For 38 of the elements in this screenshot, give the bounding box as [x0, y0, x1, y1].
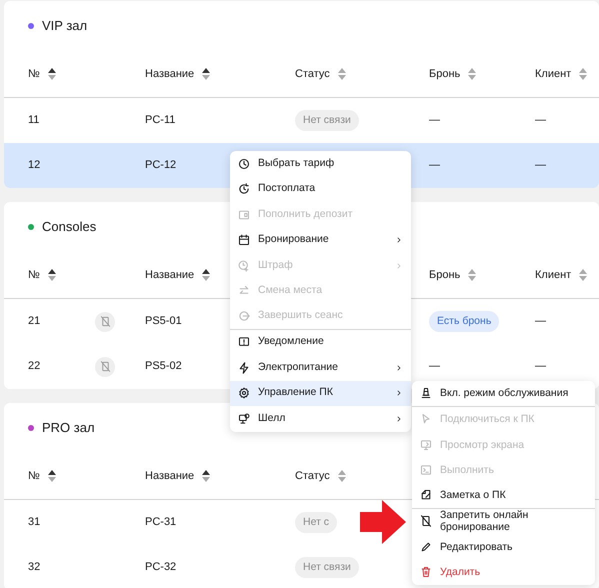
column-header: Название: [145, 268, 194, 283]
column-header: Клиент: [535, 66, 572, 82]
table-cell-text: —: [535, 113, 546, 128]
table-cell-text: 32: [28, 560, 40, 576]
status-badge: Нет связи: [295, 110, 359, 132]
table-cell-text: PC-32: [145, 560, 176, 576]
status-badge: Нет связи: [295, 556, 359, 578]
status-badge: Нет с: [295, 512, 338, 534]
table-cell-text: PC-12: [145, 158, 176, 174]
table-cell-text: 21: [28, 314, 40, 330]
table-cell-text: —: [429, 158, 440, 174]
table-cell-text: —: [535, 158, 546, 174]
section-title: VIP зал: [42, 17, 88, 36]
table-cell-text: PC-11: [145, 113, 176, 128]
table-cell-text: —: [535, 359, 546, 374]
table-cell-text: —: [429, 113, 440, 128]
table-cell-text: 12: [28, 158, 40, 174]
column-header: №: [28, 66, 40, 82]
table-cell-text: PC-31: [145, 515, 176, 530]
column-header: Название: [145, 66, 194, 82]
table-cell-text: PS5-01: [145, 314, 182, 330]
column-header: Бронь: [429, 66, 460, 82]
column-header: Бронь: [429, 268, 460, 283]
table-cell-text: —: [535, 314, 546, 330]
column-header: Статус: [295, 66, 330, 82]
column-header: Статус: [295, 468, 330, 484]
table-cell-text: 22: [28, 359, 40, 374]
column-header: №: [28, 468, 40, 484]
table-cell-text: 31: [28, 515, 40, 530]
column-header: Название: [145, 468, 194, 484]
booking-badge: Есть бронь: [429, 310, 500, 332]
column-header: Клиент: [535, 268, 572, 283]
table-cell-text: PS5-02: [145, 359, 182, 374]
section-title: Consoles: [42, 218, 96, 236]
section-title: PRO зал: [42, 419, 95, 438]
table-cell-text: 11: [28, 113, 40, 128]
column-header: №: [28, 268, 40, 283]
table-cell-text: —: [429, 359, 440, 374]
